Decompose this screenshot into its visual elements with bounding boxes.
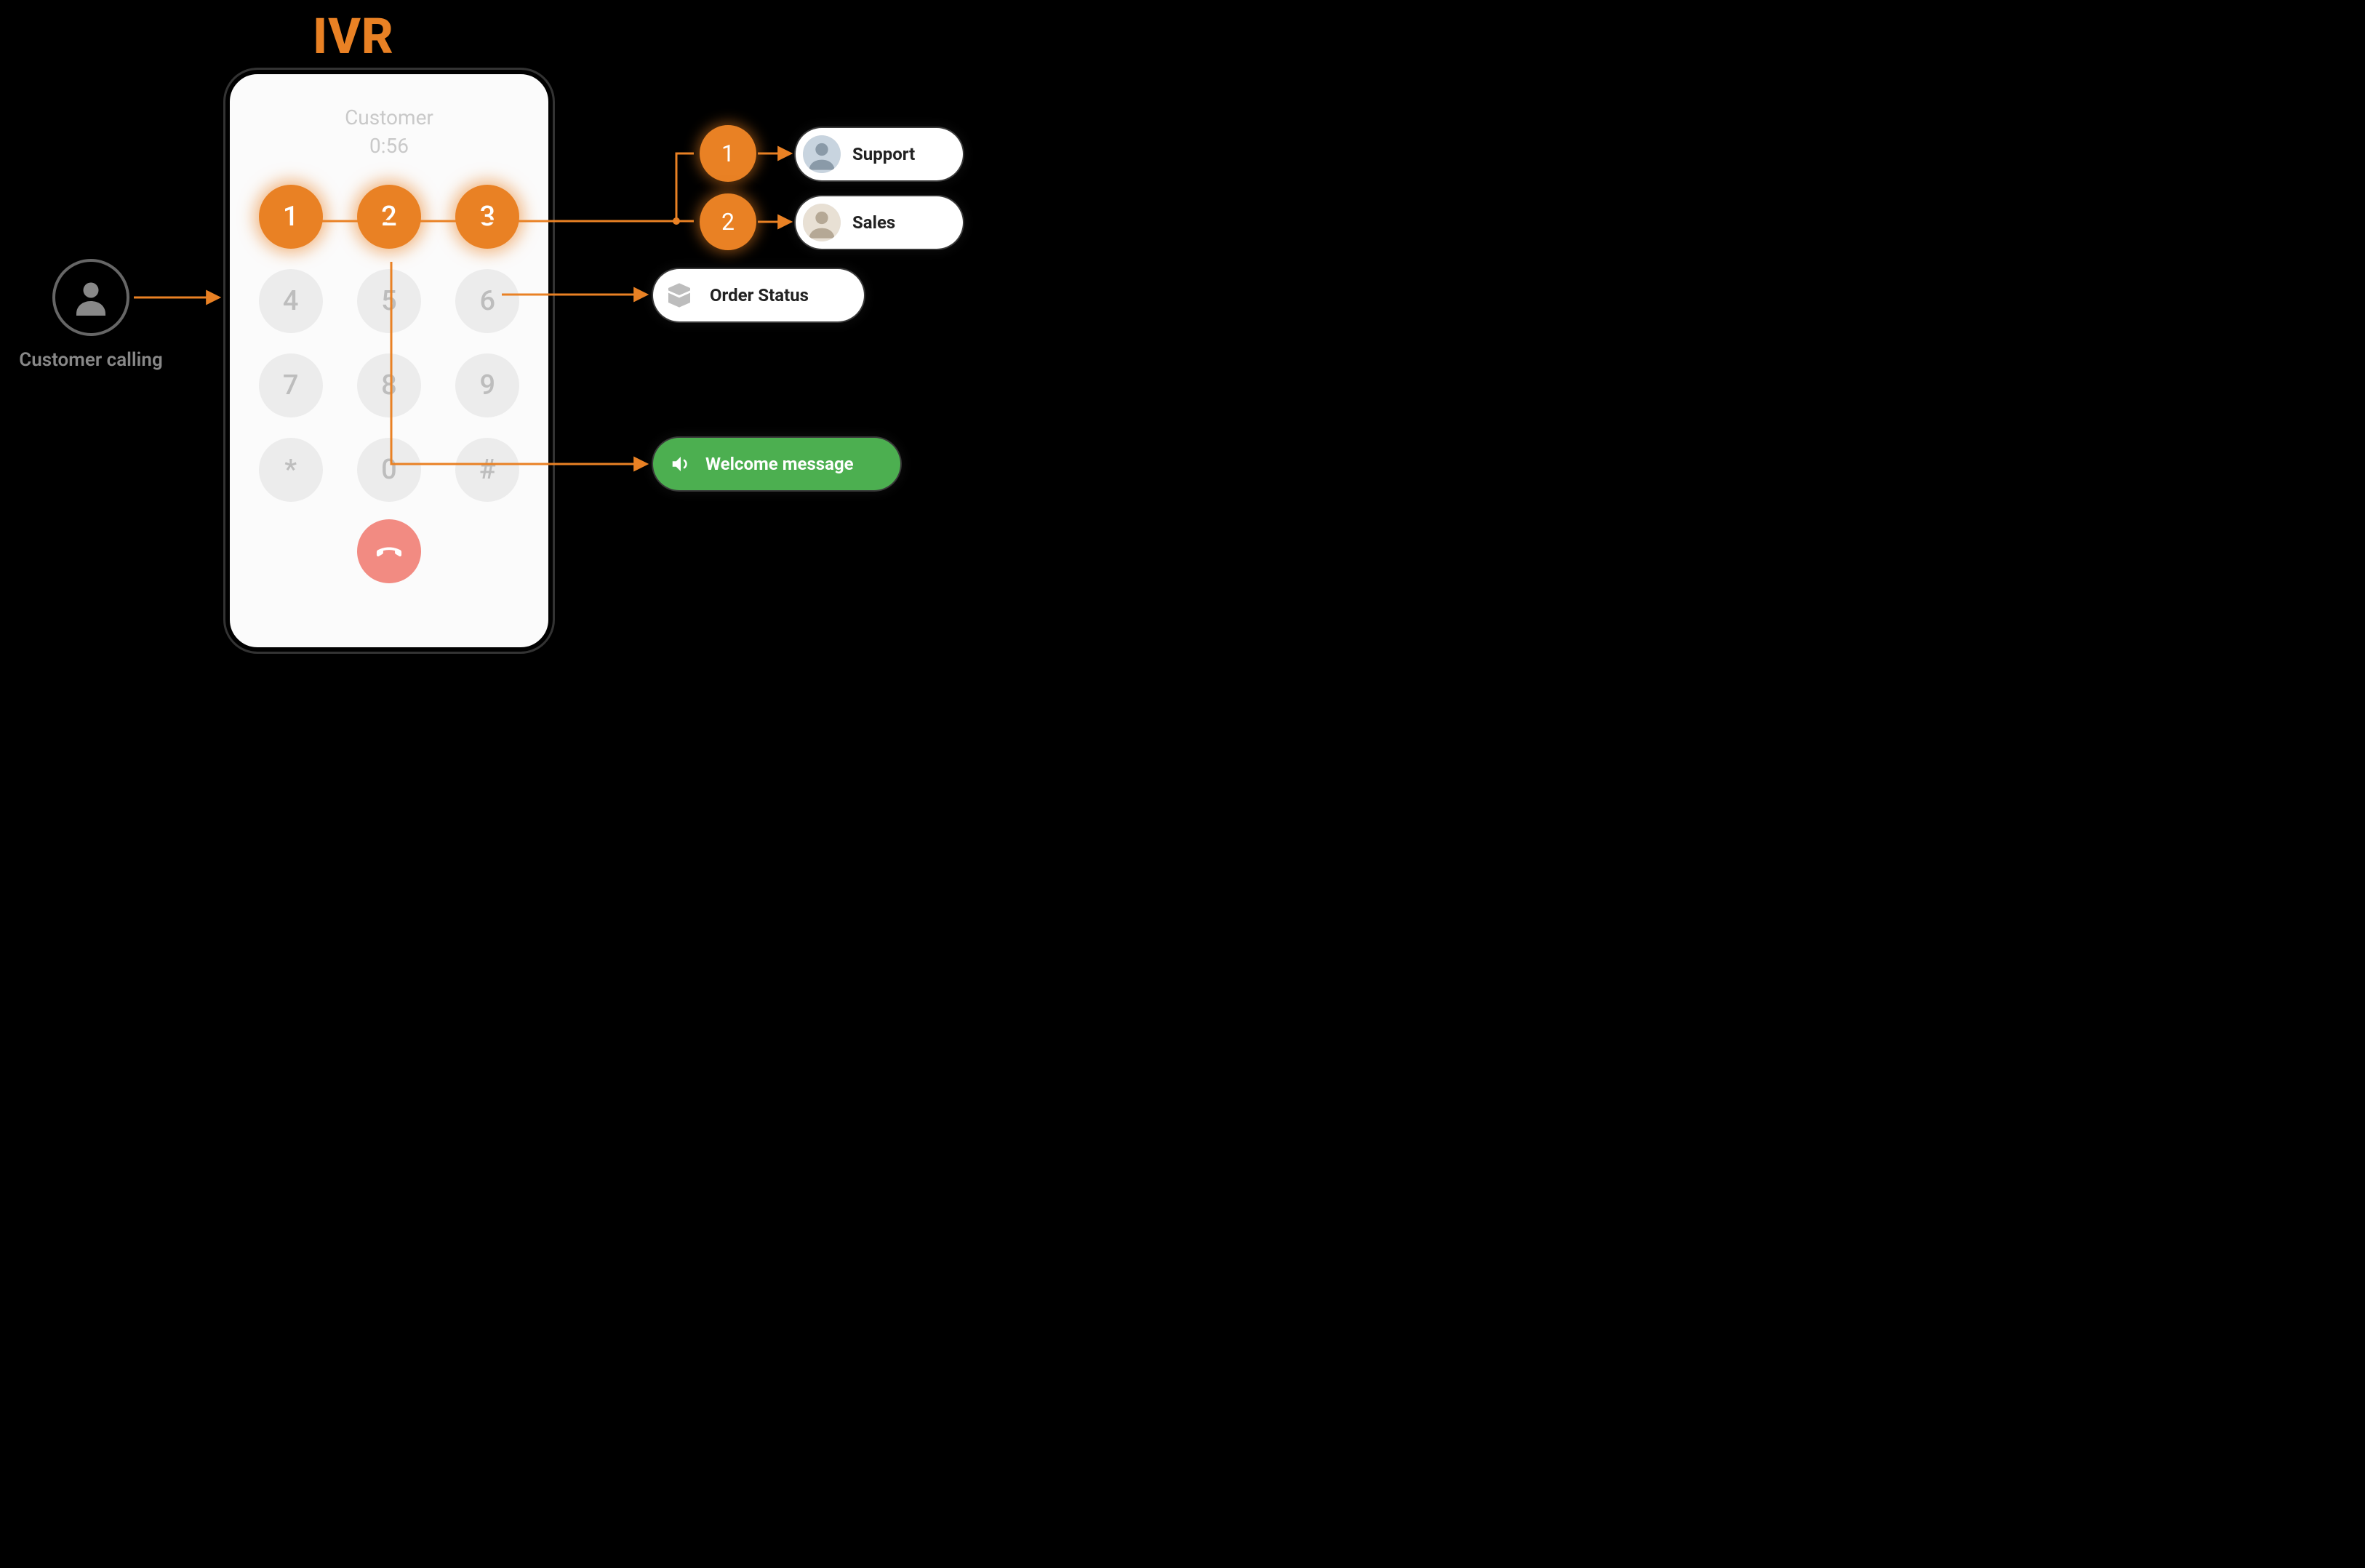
key-5[interactable]: 5: [357, 269, 421, 333]
target-order-status: Order Status: [653, 269, 864, 321]
speaker-icon: [668, 451, 694, 477]
hangup-button[interactable]: [357, 519, 421, 583]
avatar-icon: [803, 204, 841, 241]
target-sales-label: Sales: [852, 212, 895, 233]
target-support: Support: [796, 128, 963, 180]
target-welcome-message: Welcome message: [653, 438, 900, 490]
target-sales: Sales: [796, 196, 963, 249]
phone-hangup-icon: [373, 535, 405, 567]
box-icon: [660, 276, 698, 314]
call-header: Customer 0:56: [255, 103, 524, 160]
key-0[interactable]: 0: [357, 438, 421, 502]
target-support-label: Support: [852, 144, 915, 164]
key-3[interactable]: 3: [455, 185, 519, 249]
sub-option-1: 1: [700, 125, 756, 182]
caller-avatar: [52, 259, 129, 336]
sub-option-2: 2: [700, 193, 756, 250]
keypad: 1 2 3 4 5 6 7 8 9 * 0 #: [255, 185, 524, 502]
phone-frame: Customer 0:56 1 2 3 4 5 6 7 8 9 * 0 #: [225, 70, 553, 652]
key-hash[interactable]: #: [455, 438, 519, 502]
key-4[interactable]: 4: [259, 269, 323, 333]
key-7[interactable]: 7: [259, 353, 323, 417]
key-8[interactable]: 8: [357, 353, 421, 417]
caller-name: Customer: [255, 103, 524, 132]
key-2[interactable]: 2: [357, 185, 421, 249]
key-star[interactable]: *: [259, 438, 323, 502]
key-9[interactable]: 9: [455, 353, 519, 417]
caller-label: Customer calling: [0, 349, 182, 371]
diagram-title: IVR: [313, 7, 394, 65]
target-order-status-label: Order Status: [710, 285, 809, 305]
person-icon: [69, 276, 113, 319]
key-6[interactable]: 6: [455, 269, 519, 333]
call-duration: 0:56: [255, 132, 524, 160]
target-welcome-label: Welcome message: [705, 454, 854, 474]
avatar-icon: [803, 135, 841, 173]
key-1[interactable]: 1: [259, 185, 323, 249]
